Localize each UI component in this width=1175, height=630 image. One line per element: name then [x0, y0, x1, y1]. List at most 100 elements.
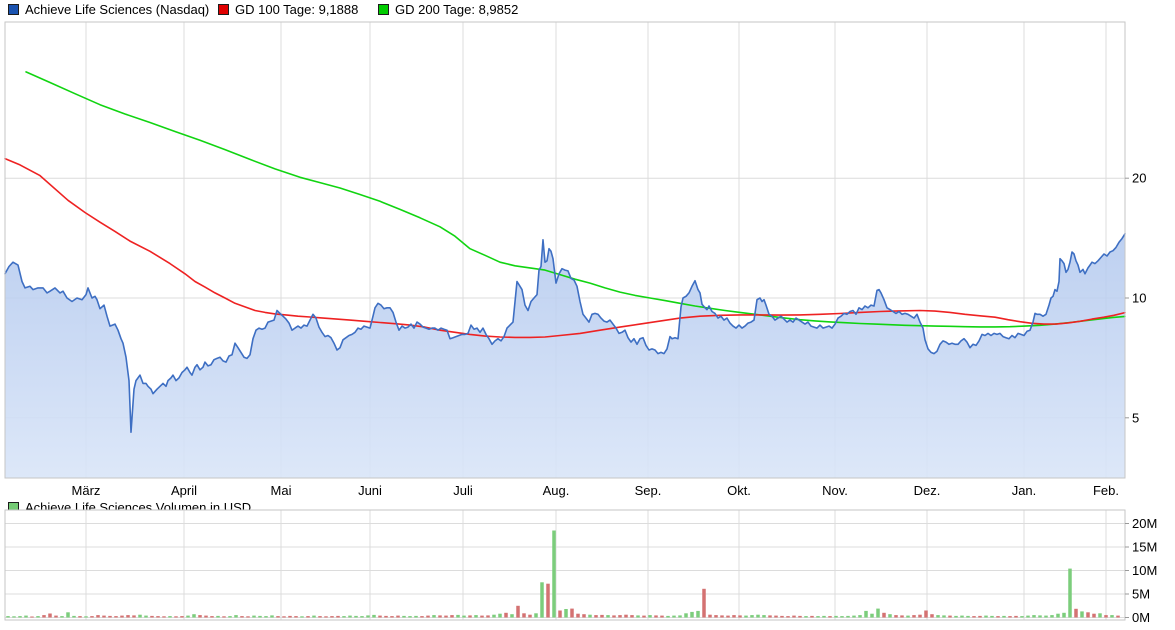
volume-bar	[18, 616, 22, 618]
volume-bar	[804, 616, 808, 618]
volume-bar	[852, 615, 856, 618]
volume-bar	[516, 605, 520, 618]
volume-bar	[738, 615, 742, 618]
volume-bar	[1044, 615, 1048, 618]
volume-bar	[438, 615, 442, 618]
volume-bar	[204, 615, 208, 618]
volume-bar	[276, 616, 280, 618]
volume-bar	[744, 615, 748, 618]
volume-bar	[1008, 616, 1012, 618]
volume-bar	[720, 615, 724, 618]
volume-bar	[252, 615, 256, 618]
volume-bar	[240, 616, 244, 618]
volume-bar	[870, 613, 874, 618]
volume-bar	[774, 615, 778, 618]
volume-bar	[1062, 612, 1066, 618]
volume-bar	[750, 615, 754, 618]
volume-bar	[78, 616, 82, 618]
volume-bar	[576, 613, 580, 618]
price-y-tick-label: 5	[1132, 410, 1139, 425]
volume-bar	[1074, 608, 1078, 618]
volume-bar	[456, 614, 460, 618]
volume-bar	[972, 616, 976, 618]
volume-bar	[12, 616, 16, 618]
volume-bar	[132, 615, 136, 618]
volume-bar	[1050, 615, 1054, 618]
volume-bar	[864, 610, 868, 618]
volume-bar	[228, 616, 232, 618]
volume-bar	[462, 615, 466, 618]
volume-y-tick-label: 15M	[1132, 540, 1157, 555]
volume-bar	[102, 615, 106, 618]
volume-bar	[924, 610, 928, 618]
month-label: Okt.	[727, 483, 751, 498]
volume-bar	[624, 614, 628, 618]
volume-bar	[1080, 611, 1084, 618]
volume-bar	[222, 616, 226, 618]
volume-bar	[72, 615, 76, 618]
volume-bar	[918, 614, 922, 618]
volume-bar	[552, 530, 556, 618]
volume-bar	[288, 615, 292, 618]
volume-bar	[960, 615, 964, 618]
volume-bar	[834, 615, 838, 618]
volume-bar	[564, 609, 568, 618]
volume-bar	[396, 615, 400, 618]
volume-bar	[618, 615, 622, 618]
volume-bar	[612, 615, 616, 618]
volume-bar	[408, 616, 412, 618]
volume-bar	[174, 616, 178, 618]
volume-bar	[822, 615, 826, 618]
volume-bar	[492, 614, 496, 618]
volume-bar	[1098, 613, 1102, 618]
volume-bar	[426, 615, 430, 618]
volume-bar	[24, 615, 28, 618]
month-label: März	[72, 483, 101, 498]
volume-bar	[390, 616, 394, 618]
volume-bar	[216, 615, 220, 618]
volume-bar	[354, 615, 358, 618]
volume-bar	[936, 615, 940, 618]
month-label: April	[171, 483, 197, 498]
volume-bar	[966, 615, 970, 618]
volume-bar	[144, 615, 148, 618]
volume-bar	[1086, 612, 1090, 618]
price-y-tick-label: 10	[1132, 291, 1146, 306]
volume-bar	[486, 615, 490, 618]
volume-bar	[420, 616, 424, 618]
volume-bar	[570, 608, 574, 618]
volume-bar	[1038, 615, 1042, 618]
volume-bar	[660, 615, 664, 618]
volume-bar	[876, 608, 880, 618]
volume-bar	[30, 616, 34, 618]
volume-bar	[1092, 613, 1096, 618]
volume-bar	[180, 616, 184, 618]
volume-bar	[168, 616, 172, 618]
volume-bar	[684, 613, 688, 618]
volume-bar	[1014, 615, 1018, 618]
price-y-tick-label: 20	[1132, 171, 1146, 186]
volume-bar	[690, 611, 694, 618]
volume-bar	[630, 615, 634, 618]
volume-bar	[582, 614, 586, 618]
volume-bar	[66, 612, 70, 618]
volume-bar	[450, 615, 454, 618]
volume-bar	[360, 616, 364, 618]
volume-bar	[588, 614, 592, 618]
volume-bar	[246, 616, 250, 618]
volume-bar	[792, 615, 796, 618]
volume-bar	[906, 615, 910, 618]
volume-bar	[816, 616, 820, 618]
volume-bar	[942, 615, 946, 618]
volume-bar	[336, 615, 340, 618]
volume-bar	[108, 615, 112, 618]
volume-bar	[606, 615, 610, 618]
volume-bar	[120, 615, 124, 618]
volume-bar	[480, 615, 484, 618]
volume-bar	[990, 615, 994, 618]
volume-y-tick-label: 10M	[1132, 563, 1157, 578]
volume-bar	[846, 615, 850, 618]
volume-plot-area[interactable]	[5, 510, 1125, 620]
volume-bar	[732, 615, 736, 618]
volume-bar	[528, 614, 532, 618]
